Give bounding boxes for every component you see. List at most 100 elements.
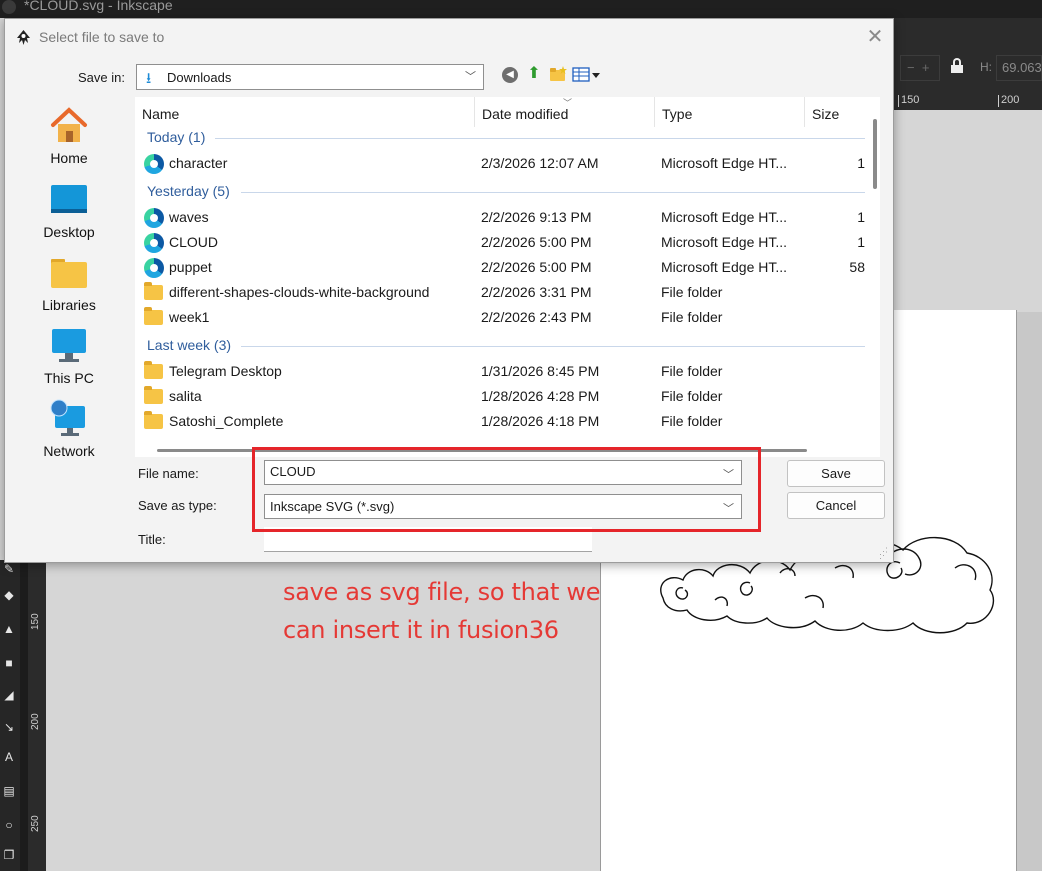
place-home[interactable]: Home	[9, 105, 129, 171]
place-label: Libraries	[42, 297, 96, 313]
ruler-label: 200	[998, 95, 1019, 107]
group-header[interactable]: Today (1)	[147, 129, 865, 145]
file-list[interactable]: Name Date modified ﹀ Type Size Today (1)…	[135, 97, 880, 445]
file-row[interactable]: Telegram Desktop 1/31/2026 8:45 PM File …	[135, 359, 865, 384]
save-as-type-label: Save as type:	[138, 498, 217, 513]
column-type[interactable]: Type	[655, 97, 805, 127]
eraser-icon[interactable]: ◢	[2, 688, 16, 702]
pen-tool-icon[interactable]: ✎	[2, 562, 16, 576]
title-input[interactable]	[264, 527, 592, 552]
file-row[interactable]: week1 2/2/2026 2:43 PM File folder	[135, 305, 865, 330]
horizontal-scroll-thumb[interactable]	[157, 449, 807, 452]
file-row[interactable]: salita 1/28/2026 4:28 PM File folder	[135, 384, 865, 409]
zoom-tool-icon[interactable]: ○	[2, 818, 16, 832]
group-header[interactable]: Last week (3)	[147, 337, 865, 353]
place-desktop[interactable]: Desktop	[9, 179, 129, 245]
horizontal-scrollbar[interactable]	[135, 445, 880, 457]
up-folder-icon[interactable]: ⬆	[525, 65, 543, 83]
window-title: *CLOUD.svg - Inkscape	[24, 0, 173, 13]
inkscape-app-icon	[2, 0, 16, 14]
place-this-pc[interactable]: This PC	[9, 325, 129, 391]
file-name: week1	[169, 309, 210, 325]
folder-icon	[144, 386, 164, 406]
file-list-header: Name Date modified ﹀ Type Size	[135, 97, 865, 127]
file-row[interactable]: character 2/3/2026 12:07 AM Microsoft Ed…	[135, 151, 865, 176]
pages-icon[interactable]: ❐	[2, 848, 16, 862]
toolbar-separator	[20, 560, 28, 871]
places-bar: Home Desktop Libraries This PC Network	[5, 97, 133, 517]
file-name-label: File name:	[138, 466, 199, 481]
dialog-title: Select file to save to	[39, 29, 165, 45]
network-icon	[50, 399, 85, 436]
annotation-line-1: save as svg file, so that we	[283, 578, 601, 606]
file-name: character	[169, 155, 228, 171]
inkscape-logo-icon	[17, 30, 30, 45]
place-label: Network	[43, 443, 95, 459]
save-file-dialog: Select file to save to ✕ Save in: ⭳ Down…	[4, 18, 894, 563]
connector-icon[interactable]: ↘	[2, 720, 16, 734]
dropper-icon[interactable]: ▲	[2, 622, 16, 636]
place-libraries[interactable]: Libraries	[9, 252, 129, 318]
group-label: Last week (3)	[147, 337, 232, 353]
place-network[interactable]: Network	[9, 398, 129, 464]
file-name: CLOUD	[169, 234, 219, 250]
file-row[interactable]: CLOUD 2/2/2026 5:00 PM Microsoft Edge HT…	[135, 230, 865, 255]
resize-grip-icon[interactable]: ⋰ ⋰	[879, 547, 891, 561]
file-type: Microsoft Edge HT...	[661, 234, 788, 250]
cancel-button[interactable]: Cancel	[787, 492, 885, 519]
file-name-value: CLOUD	[270, 464, 316, 479]
file-name: waves	[169, 209, 209, 225]
column-size[interactable]: Size	[805, 97, 865, 127]
file-type: File folder	[661, 413, 723, 429]
zoom-stepper[interactable]: − +	[900, 55, 940, 81]
file-row[interactable]: Satoshi_Complete 1/28/2026 4:18 PM File …	[135, 409, 865, 434]
file-row[interactable]: waves 2/2/2026 9:13 PM Microsoft Edge HT…	[135, 205, 865, 230]
lock-icon[interactable]	[950, 58, 964, 74]
column-name[interactable]: Name	[135, 97, 475, 127]
file-size: 58	[849, 259, 865, 275]
back-icon[interactable]: ◀	[502, 67, 518, 83]
title-label: Title:	[138, 532, 166, 547]
group-label: Today (1)	[147, 129, 206, 145]
file-name-input[interactable]: CLOUD ﹀	[264, 460, 742, 485]
file-name: Satoshi_Complete	[169, 413, 284, 429]
file-date: 2/2/2026 5:00 PM	[481, 234, 592, 250]
file-row[interactable]: different-shapes-clouds-white-background…	[135, 280, 865, 305]
file-date: 2/2/2026 3:31 PM	[481, 284, 592, 300]
vertical-ruler: 150 200 250	[28, 560, 46, 871]
vertical-scrollbar[interactable]	[873, 119, 877, 189]
save-as-type-select[interactable]: Inkscape SVG (*.svg) ﹀	[264, 494, 742, 519]
file-row[interactable]: puppet 2/2/2026 5:00 PM Microsoft Edge H…	[135, 255, 865, 280]
save-in-label: Save in:	[78, 70, 125, 85]
height-input[interactable]: 69.063	[996, 55, 1042, 81]
file-type: Microsoft Edge HT...	[661, 209, 788, 225]
file-name: Telegram Desktop	[169, 363, 282, 379]
page-tool-icon[interactable]: ▤	[2, 784, 16, 798]
ruler-label: 150	[898, 95, 919, 107]
paint-bucket-icon[interactable]: ◆	[2, 588, 16, 602]
file-type: Microsoft Edge HT...	[661, 155, 788, 171]
view-menu-icon[interactable]	[572, 67, 602, 83]
ruler-label: 250	[30, 815, 41, 832]
file-name: puppet	[169, 259, 212, 275]
close-button[interactable]: ✕	[863, 25, 887, 49]
group-header[interactable]: Yesterday (5)	[147, 183, 865, 199]
tool-palette: ✎ ◆ ▲ ■ ◢ ↘ A ▤ ○ ❐	[0, 560, 20, 871]
file-type: Microsoft Edge HT...	[661, 259, 788, 275]
text-tool-icon[interactable]: A	[2, 750, 16, 764]
spray-icon[interactable]: ■	[2, 656, 16, 670]
edge-html-icon	[144, 233, 164, 253]
chevron-down-icon[interactable]: ﹀	[723, 466, 735, 481]
new-folder-icon[interactable]	[549, 66, 567, 82]
file-type: File folder	[661, 363, 723, 379]
inkscape-titlebar: *CLOUD.svg - Inkscape	[0, 0, 1042, 18]
chevron-down-icon: ﹀	[723, 503, 734, 515]
save-button[interactable]: Save	[787, 460, 885, 487]
file-type: File folder	[661, 284, 723, 300]
height-label: H:	[980, 60, 992, 74]
file-date: 1/28/2026 4:28 PM	[481, 388, 600, 404]
horizontal-ruler: 150 200	[893, 92, 1042, 110]
save-in-dropdown[interactable]: ⭳ Downloads ﹀	[136, 64, 484, 90]
file-date: 1/28/2026 4:18 PM	[481, 413, 600, 429]
edge-html-icon	[144, 258, 164, 278]
